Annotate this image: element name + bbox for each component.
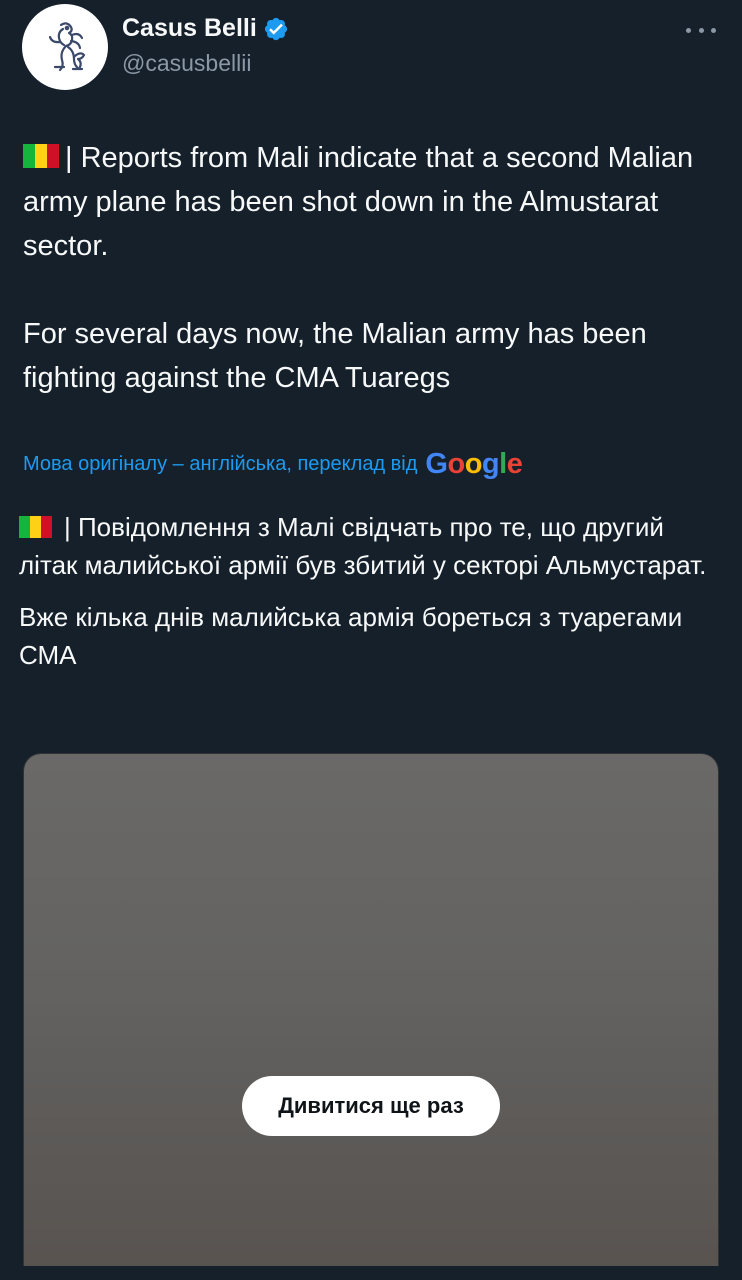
more-dot (686, 27, 691, 33)
avatar[interactable] (22, 4, 108, 90)
more-dot (711, 27, 716, 33)
tweet-paragraph-1-text: | Reports from Mali indicate that a seco… (23, 142, 694, 262)
translated-paragraph-1-text: | Повідомлення з Малі свідчать про те, щ… (19, 512, 707, 580)
mali-flag-icon (23, 144, 59, 169)
google-logo: Google (425, 448, 523, 480)
author-display-name[interactable]: Casus Belli (122, 14, 257, 43)
more-dot (698, 27, 704, 33)
lion-rampant-logo (48, 22, 86, 72)
tweet-paragraph-2: For several days now, the Malian army ha… (23, 318, 647, 394)
author-handle[interactable]: @casusbellii (122, 50, 251, 77)
replay-button[interactable]: Дивитися ще раз (242, 1076, 500, 1136)
mali-flag-icon (19, 516, 52, 539)
tweet-text: | Reports from Mali indicate that a seco… (23, 136, 723, 400)
video-player[interactable] (23, 753, 719, 1280)
translation-attribution[interactable]: Мова оригіналу – англійська, переклад ві… (23, 448, 523, 481)
tweet-screen: Casus Belli @casusbellii | Reports from … (0, 0, 742, 1280)
translated-text: | Повідомлення з Малі свідчать про те, щ… (19, 508, 724, 674)
translated-paragraph-2: Вже кілька днів малийська армія бореться… (19, 602, 683, 670)
author-name-row: Casus Belli (122, 14, 289, 43)
tweet-paragraph-1: | Reports from Mali indicate that a seco… (23, 136, 723, 268)
translated-paragraph-1: | Повідомлення з Малі свідчать про те, щ… (19, 508, 724, 584)
translation-meta-text: Мова оригіналу – англійська, переклад ві… (23, 453, 418, 475)
bottom-edge (0, 1266, 742, 1280)
more-horizontal-icon[interactable] (686, 24, 716, 36)
verified-badge-icon (264, 17, 287, 40)
